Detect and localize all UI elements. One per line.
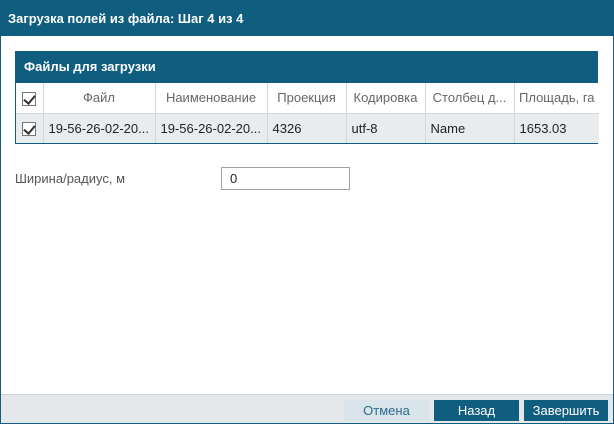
- select-all-checkbox-cell[interactable]: [16, 83, 44, 114]
- cell-column: Name: [425, 113, 515, 143]
- column-header-column[interactable]: Столбец д...: [425, 83, 515, 114]
- cancel-button[interactable]: Отмена: [344, 400, 429, 421]
- row-checkbox-cell[interactable]: [16, 113, 44, 143]
- files-table: Файл Наименование Проекция Кодировка Сто…: [16, 83, 599, 143]
- column-header-encoding[interactable]: Кодировка: [346, 83, 426, 114]
- dialog-title: Загрузка полей из файла: Шаг 4 из 4: [1, 1, 613, 36]
- table-row[interactable]: 19-56-26-02-20... 19-56-26-02-20... 4326…: [16, 113, 599, 143]
- cell-name: 19-56-26-02-20...: [155, 113, 268, 143]
- column-header-file[interactable]: Файл: [43, 83, 156, 114]
- upload-dialog: Загрузка полей из файла: Шаг 4 из 4 Файл…: [0, 0, 614, 424]
- width-radius-label: Ширина/радиус, м: [15, 171, 126, 186]
- cell-projection: 4326: [267, 113, 347, 143]
- cell-encoding: utf-8: [346, 113, 426, 143]
- cell-area: 1653.03: [514, 113, 599, 143]
- files-panel: Файлы для загрузки Файл Наименование Про…: [15, 51, 599, 144]
- table-header-row: Файл Наименование Проекция Кодировка Сто…: [16, 83, 599, 114]
- back-button[interactable]: Назад: [434, 400, 519, 421]
- cell-file: 19-56-26-02-20...: [43, 113, 156, 143]
- column-header-projection[interactable]: Проекция: [267, 83, 347, 114]
- files-panel-title: Файлы для загрузки: [16, 52, 597, 83]
- column-header-name[interactable]: Наименование: [155, 83, 268, 114]
- select-all-checkbox[interactable]: [22, 91, 37, 106]
- dialog-footer: Отмена Назад Завершить: [1, 394, 613, 423]
- width-radius-input[interactable]: [221, 167, 350, 190]
- finish-button[interactable]: Завершить: [524, 400, 608, 421]
- row-checkbox[interactable]: [22, 122, 37, 137]
- column-header-area[interactable]: Площадь, га: [514, 83, 599, 114]
